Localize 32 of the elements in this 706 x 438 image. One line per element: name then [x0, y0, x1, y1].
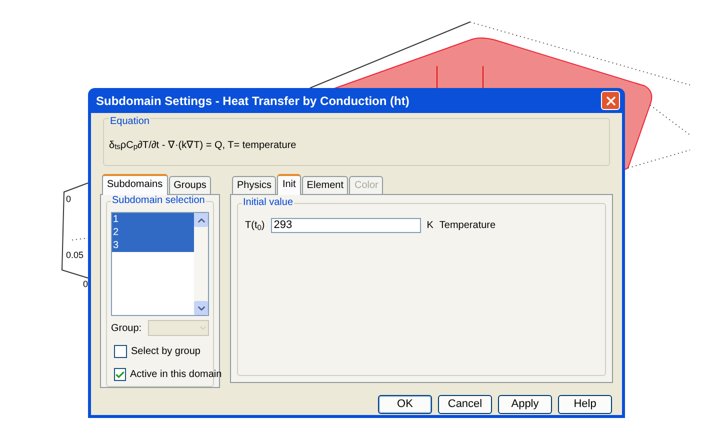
- dialog-button[interactable]: Apply: [498, 395, 552, 414]
- input-field[interactable]: 293: [270, 218, 421, 233]
- tab[interactable]: Init: [277, 174, 301, 195]
- axis-label: 0.05: [66, 250, 84, 260]
- close-button[interactable]: [601, 91, 620, 110]
- axis-label: 0: [66, 194, 72, 204]
- checkbox-label: Active in this domain: [130, 368, 222, 382]
- equation-text: δ$_{ts}$ρC$_{p}$∂T/∂t - ∇·(k∇T) = Q, T= temperature: [109, 138, 296, 152]
- dialog-button[interactable]: OK: [378, 395, 432, 414]
- field-label: Group:: [111, 322, 142, 336]
- tab[interactable]: Physics: [232, 176, 276, 194]
- description-label: Temperature: [439, 219, 496, 233]
- list-item[interactable]: 3: [112, 239, 194, 252]
- window-title: Subdomain Settings - Heat Transfer by Conduction (ht): [96, 92, 410, 110]
- checkbox-label: Select by group: [131, 345, 200, 359]
- tab[interactable]: Element: [302, 176, 348, 194]
- tab[interactable]: Groups: [168, 176, 212, 194]
- unit-label: K: [426, 219, 434, 233]
- scrollbar[interactable]: [194, 213, 208, 315]
- checkbox[interactable]: [114, 368, 126, 381]
- subdomain-list[interactable]: 1 2 3: [111, 212, 209, 316]
- group-label: Equation: [109, 116, 150, 128]
- field-label: T(t$_{0}$): [245, 219, 265, 233]
- dialog-button[interactable]: Help: [558, 395, 612, 414]
- list-item[interactable]: 2: [112, 226, 194, 239]
- check-icon: [115, 370, 125, 380]
- axis-label: 0: [83, 279, 88, 289]
- tab[interactable]: Subdomains: [102, 174, 168, 195]
- dialog-button[interactable]: Cancel: [438, 395, 492, 414]
- checkbox[interactable]: [114, 345, 127, 358]
- close-icon: [604, 94, 618, 108]
- list-item[interactable]: 1: [112, 213, 194, 226]
